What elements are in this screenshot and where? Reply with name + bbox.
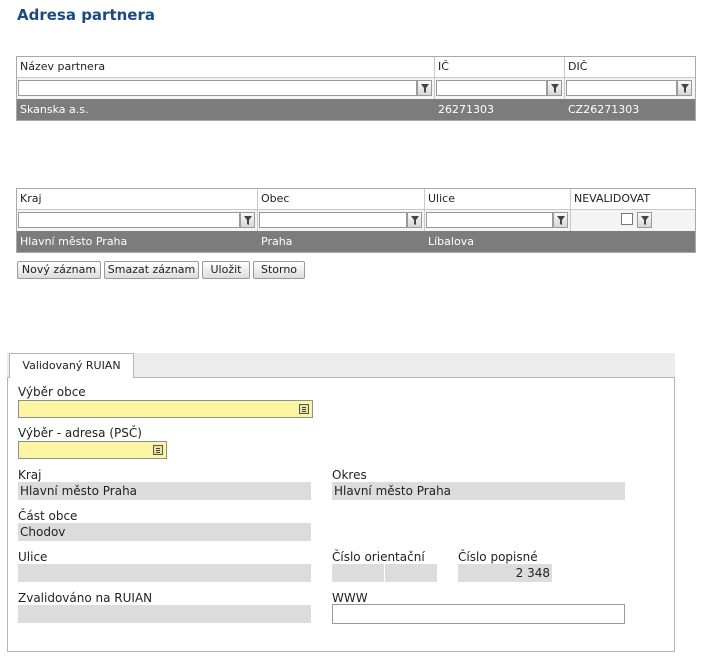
filter-input-nazev[interactable] — [18, 80, 417, 96]
address-grid: Kraj Obec Ulice NEVALIDOVAT Hlavní město… — [16, 188, 696, 253]
cell-kraj: Hlavní město Praha — [20, 235, 128, 248]
label-okres: Okres — [332, 468, 367, 482]
label-ulice: Ulice — [18, 550, 48, 564]
address-filter-row — [17, 210, 695, 232]
cislo-orientacni-suffix-field — [385, 564, 437, 582]
cell-obec: Praha — [261, 235, 293, 248]
filter-cell-dic — [565, 78, 695, 99]
kraj-field: Hlavní město Praha — [18, 482, 311, 500]
table-row[interactable]: Hlavní město Praha Praha Líbalova — [17, 231, 695, 252]
filter-icon[interactable] — [553, 212, 568, 228]
label-vyber-adresa: Výběr - adresa (PSČ) — [18, 426, 142, 440]
column-header-ulice[interactable]: Ulice — [425, 189, 571, 209]
filter-cell-ulice — [425, 210, 571, 231]
label-www: WWW — [332, 591, 368, 605]
new-record-button[interactable]: Nový záznam — [17, 261, 101, 279]
filter-input-ic[interactable] — [436, 80, 547, 96]
filter-cell-nazev — [17, 78, 435, 99]
filter-cell-kraj — [17, 210, 258, 231]
column-header-ic[interactable]: IČ — [435, 57, 565, 77]
address-grid-header: Kraj Obec Ulice NEVALIDOVAT — [17, 189, 695, 210]
partner-filter-row — [17, 78, 695, 100]
okres-field: Hlavní město Praha — [332, 482, 625, 500]
column-header-nevalidovat[interactable]: NEVALIDOVAT — [571, 189, 695, 209]
column-header-dic[interactable]: DIČ — [565, 57, 695, 77]
cast-obce-field: Chodov — [18, 523, 311, 541]
www-input[interactable] — [332, 604, 625, 624]
cell-ulice: Líbalova — [428, 235, 474, 248]
delete-record-button[interactable]: Smazat záznam — [104, 261, 199, 279]
filter-input-ulice[interactable] — [426, 212, 553, 228]
label-cast-obce: Část obce — [18, 509, 78, 523]
nevalidovat-checkbox[interactable] — [621, 213, 633, 225]
cislo-popisne-field: 2 348 — [458, 564, 552, 582]
cell-nazev: Skanska a.s. — [20, 103, 89, 116]
label-cislo-orientacni: Číslo orientační — [332, 550, 425, 564]
vyber-adresa-field[interactable] — [18, 441, 167, 459]
filter-icon[interactable] — [417, 80, 432, 96]
cell-ic: 26271303 — [438, 103, 494, 116]
filter-cell-ic — [435, 78, 565, 99]
partner-grid: Název partnera IČ DIČ Skanska a.s. 26271… — [16, 56, 696, 121]
filter-input-obec[interactable] — [259, 212, 407, 228]
lookup-list-icon[interactable] — [153, 445, 163, 455]
zvalidovano-field — [18, 605, 311, 623]
tab-validovany-ruian[interactable]: Validovaný RUIAN — [9, 353, 134, 378]
vyber-obce-field[interactable] — [18, 400, 313, 418]
partner-grid-header: Název partnera IČ DIČ — [17, 57, 695, 78]
filter-icon[interactable] — [240, 212, 255, 228]
column-header-obec[interactable]: Obec — [258, 189, 425, 209]
filter-icon[interactable] — [637, 212, 652, 228]
label-vyber-obce: Výběr obce — [18, 385, 86, 399]
cell-nevalidovat — [571, 231, 695, 252]
cislo-orientacni-field — [332, 564, 384, 582]
label-kraj: Kraj — [18, 468, 42, 482]
filter-cell-obec — [258, 210, 425, 231]
cell-dic: CZ26271303 — [568, 103, 640, 116]
filter-input-kraj[interactable] — [18, 212, 240, 228]
page-title: Adresa partnera — [17, 6, 155, 24]
lookup-list-icon[interactable] — [299, 404, 309, 414]
filter-icon[interactable] — [407, 212, 422, 228]
table-row[interactable]: Skanska a.s. 26271303 CZ26271303 — [17, 99, 695, 120]
filter-input-dic[interactable] — [566, 80, 677, 96]
label-zvalidovano: Zvalidováno na RUIAN — [18, 591, 153, 605]
ulice-field — [18, 564, 311, 582]
save-button[interactable]: Uložit — [202, 261, 250, 279]
filter-icon[interactable] — [677, 80, 692, 96]
cancel-button[interactable]: Storno — [253, 261, 305, 279]
column-header-nazev[interactable]: Název partnera — [17, 57, 435, 77]
column-header-kraj[interactable]: Kraj — [17, 189, 258, 209]
filter-icon[interactable] — [547, 80, 562, 96]
label-cislo-popisne: Číslo popisné — [458, 550, 538, 564]
filter-cell-nevalidovat — [571, 210, 695, 231]
